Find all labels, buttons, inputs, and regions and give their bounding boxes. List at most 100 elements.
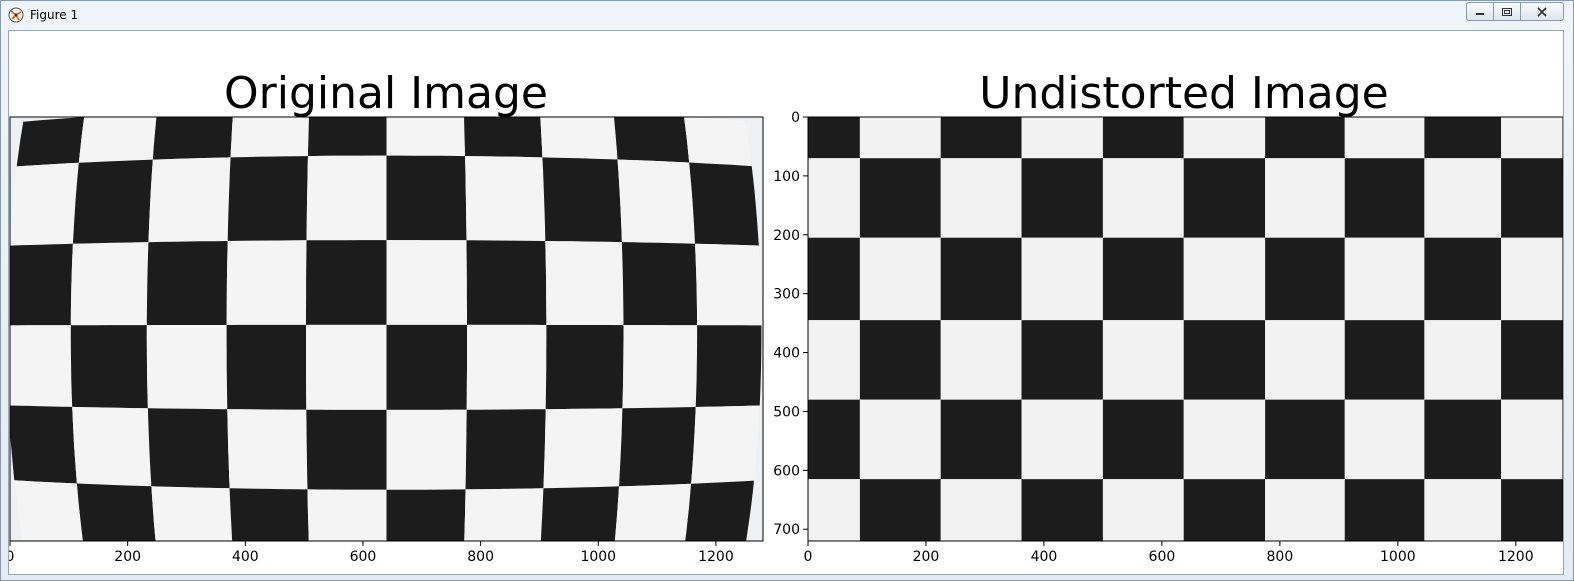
checker-square: [940, 320, 1022, 400]
restore-icon: [1502, 7, 1512, 16]
checker-square: [308, 117, 387, 157]
figure-plots: 0 200 400 600 800 1000 1200 0 200 400 600 800 1000 1…: [9, 105, 1563, 565]
checker-square: [386, 489, 466, 541]
checker-square: [1501, 158, 1563, 238]
checker-square: [1424, 117, 1502, 159]
title-bar[interactable]: Figure 1: [1, 1, 1573, 29]
original-image-axes[interactable]: 0 200 400 600 800 1000 1200: [9, 108, 764, 565]
checker-square: [10, 405, 77, 484]
checker-square: [386, 324, 467, 410]
checker-square: [1265, 320, 1345, 400]
checker-square: [617, 159, 695, 244]
checker-square: [1344, 320, 1425, 400]
checker-square: [685, 480, 754, 541]
checker-square: [70, 325, 148, 409]
checker-square: [543, 408, 623, 489]
checker-square: [1501, 117, 1563, 159]
checker-square: [622, 325, 698, 409]
checker-square: [1344, 479, 1425, 541]
checker-square: [16, 117, 85, 167]
minimize-button[interactable]: [1466, 2, 1494, 21]
checker-square: [1183, 237, 1266, 321]
checker-square: [1265, 479, 1345, 541]
checker-square: [306, 409, 387, 490]
checker-square: [227, 409, 308, 490]
checker-square: [614, 483, 692, 541]
checker-square: [1021, 158, 1103, 238]
checker-square: [808, 158, 860, 238]
checker-square: [1102, 320, 1184, 400]
checker-square: [226, 240, 307, 325]
close-icon: [1537, 6, 1547, 17]
undistorted-y-ticks: 0 100 200 300 400 500 600 700: [773, 110, 808, 538]
checker-square: [1102, 117, 1184, 159]
y-tick-label: 0: [791, 110, 800, 126]
checker-square: [146, 325, 228, 410]
checker-square: [78, 117, 157, 163]
minimize-icon: [1476, 12, 1484, 15]
x-tick-label: 800: [467, 549, 494, 565]
checker-square: [545, 325, 624, 410]
y-tick-label: 600: [773, 463, 800, 479]
checker-square: [72, 406, 152, 487]
x-tick-label: 1200: [1498, 549, 1534, 565]
checker-square: [70, 242, 149, 326]
checker-square: [386, 409, 467, 490]
checker-square: [691, 405, 760, 484]
checker-square: [859, 479, 941, 541]
checker-square: [545, 241, 624, 326]
checker-square: [306, 155, 387, 241]
checker-square: [940, 479, 1022, 541]
checker-square: [466, 324, 547, 410]
undistorted-image-axes[interactable]: 0 200 400 600 800 1000 1200 0 100 200 300 400 500 60…: [773, 105, 1563, 565]
checker-square: [940, 117, 1022, 159]
x-tick-label: 200: [913, 549, 940, 565]
checker-square: [1021, 479, 1103, 541]
checker-square: [1183, 479, 1266, 541]
y-tick-label: 300: [773, 287, 800, 303]
checker-square: [230, 117, 309, 158]
x-tick-label: 400: [232, 549, 259, 565]
x-tick-label: 600: [350, 549, 377, 565]
checker-square: [1102, 479, 1184, 541]
checker-square: [1344, 237, 1425, 321]
checker-square: [464, 117, 543, 158]
checker-square: [1265, 117, 1345, 159]
checker-square: [1021, 237, 1103, 321]
checker-square: [613, 117, 690, 163]
checker-square: [1183, 117, 1266, 159]
checker-square: [808, 237, 860, 321]
checker-square: [619, 407, 696, 487]
checker-square: [1424, 479, 1502, 541]
checker-square: [1424, 237, 1502, 321]
checker-square: [1424, 158, 1502, 238]
x-tick-label: 1000: [1380, 549, 1416, 565]
checker-square: [10, 325, 73, 407]
x-tick-label: 600: [1149, 549, 1176, 565]
close-button[interactable]: [1520, 2, 1564, 21]
checker-square: [940, 237, 1022, 321]
checker-square: [1021, 320, 1103, 400]
checker-square: [1501, 399, 1563, 480]
figure-canvas[interactable]: Original Image Undistorted Image 0 200 400…: [8, 30, 1564, 575]
checker-square: [146, 241, 228, 326]
checker-square: [1501, 320, 1563, 400]
checker-square: [148, 157, 231, 243]
checker-square: [695, 325, 762, 407]
x-tick-label: 0: [804, 549, 813, 565]
y-tick-label: 100: [773, 169, 800, 185]
checker-square: [859, 158, 941, 238]
checker-square: [1344, 117, 1425, 159]
x-tick-label: 200: [114, 549, 141, 565]
checker-square: [10, 162, 79, 246]
undistorted-x-ticks: 0 200 400 600 800 1000 1200: [804, 541, 1534, 565]
checker-square: [1501, 479, 1563, 541]
checker-square: [10, 243, 73, 326]
checker-square: [386, 240, 467, 325]
checker-square: [14, 480, 83, 541]
checker-square: [1424, 320, 1502, 400]
restore-button[interactable]: [1493, 2, 1521, 21]
checker-square: [386, 155, 467, 241]
window-controls: [1466, 2, 1564, 21]
checker-square: [1102, 237, 1184, 321]
